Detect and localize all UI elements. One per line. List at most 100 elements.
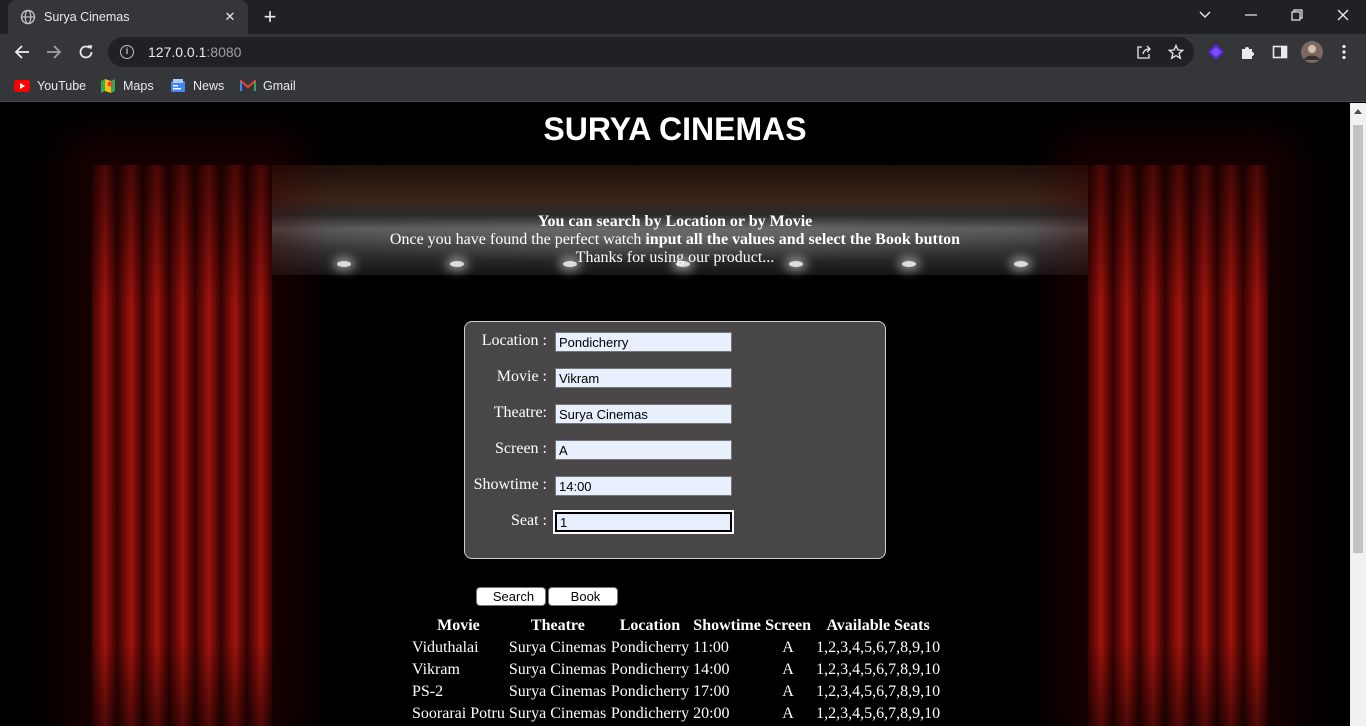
book-button[interactable]: Book [548,587,618,606]
column-header: Movie [437,617,480,634]
intro-line-1: You can search by Location or by Movie [537,213,813,230]
youtube-icon [14,78,30,94]
browser-titlebar: Surya Cinemas ✕ + [0,0,1366,34]
tab-close-icon[interactable]: ✕ [220,7,240,27]
share-icon[interactable] [1130,38,1158,66]
cell-movie: Vikram [412,661,460,678]
theatre-label: Theatre: [493,404,547,421]
page-viewport: SURYA CINEMAS You can search by Location… [0,103,1350,726]
screen-row: Screen : [465,440,885,462]
cell-screen: A [782,661,794,678]
intro-line-2a: Once you have found the perfect watch [389,231,646,248]
scroll-up-arrow-icon[interactable] [1354,109,1362,114]
column-header: Screen [765,617,812,634]
cell-screen: A [782,639,794,656]
column-header: Showtime [693,617,761,634]
table-row: Viduthalai Surya Cinemas Pondicherry 11:… [410,637,943,659]
showtimes-table: Movie Theatre Location Showtime Screen A… [410,615,943,725]
cell-location: Pondicherry [610,705,690,722]
tab-search-chevron-icon[interactable] [1182,0,1228,30]
address-bar[interactable]: i 127.0.0.1:8080 [108,37,1194,67]
search-button[interactable]: Search [476,587,546,606]
url-host: 127.0.0.1 [148,44,207,60]
table-row: PS-2 Surya Cinemas Pondicherry 17:00 A 1… [410,681,943,703]
cell-theatre: Surya Cinemas [508,661,607,678]
cell-showtime: 20:00 [693,705,730,722]
restore-button[interactable] [1274,0,1320,30]
booking-form: Location : Movie : Theatre: Screen : Sho… [464,321,886,559]
back-arrow-icon[interactable] [8,38,36,66]
cell-theatre: Surya Cinemas [508,705,607,722]
extensions-puzzle-icon[interactable] [1234,38,1262,66]
movie-label: Movie : [496,368,547,385]
new-tab-button[interactable]: + [258,6,282,28]
table-row: Vikram Surya Cinemas Pondicherry 14:00 A… [410,659,943,681]
table-row: Soorarai Potru Surya Cinemas Pondicherry… [410,703,943,725]
cell-seats: 1,2,3,4,5,6,7,8,9,10 [816,705,941,722]
cell-movie: Viduthalai [412,639,479,656]
cell-location: Pondicherry [610,683,690,700]
bookmark-youtube[interactable]: YouTube [14,76,86,96]
forward-arrow-icon[interactable] [40,38,68,66]
intro-line-3: Thanks for using our product... [575,249,775,266]
cell-screen: A [782,683,794,700]
cell-seats: 1,2,3,4,5,6,7,8,9,10 [816,661,941,678]
screen-input[interactable] [555,440,732,460]
table-header-row: Movie Theatre Location Showtime Screen A… [410,615,943,637]
cell-location: Pondicherry [610,639,690,656]
cell-theatre: Surya Cinemas [508,683,607,700]
seat-input[interactable] [553,510,734,534]
bookmark-news[interactable]: News [170,76,224,96]
bookmark-label: YouTube [37,79,87,93]
tab-title: Surya Cinemas [44,10,130,24]
extension-purple-icon[interactable] [1202,38,1230,66]
location-label: Location : [481,332,547,349]
reload-icon[interactable] [72,38,100,66]
news-icon [170,78,186,94]
gmail-icon [240,78,256,94]
seat-label: Seat : [511,512,547,529]
side-panel-icon[interactable] [1266,38,1294,66]
cell-showtime: 17:00 [693,683,730,700]
column-header: Available Seats [826,617,930,634]
intro-text: You can search by Location or by Movie O… [0,213,1350,267]
movie-input[interactable] [555,368,732,388]
bookmark-star-icon[interactable] [1162,38,1190,66]
profile-avatar[interactable] [1298,38,1326,66]
browser-toolbar: i 127.0.0.1:8080 [0,34,1366,70]
location-input[interactable] [555,332,732,352]
page-scrollbar[interactable] [1350,103,1366,726]
page-title: SURYA CINEMAS [543,111,807,147]
url-port: :8080 [206,44,242,60]
browser-tab[interactable]: Surya Cinemas ✕ [8,0,248,34]
site-info-icon[interactable]: i [120,45,134,59]
column-header: Theatre [530,617,585,634]
intro-line-2b: input all the values and select the Book… [645,231,961,248]
menu-kebab-icon[interactable] [1330,38,1358,66]
screen-label: Screen : [495,440,547,457]
seat-row: Seat : [465,510,885,534]
showtime-label: Showtime : [473,476,547,493]
bookmark-label: Maps [123,79,154,93]
cell-movie: Soorarai Potru [412,705,505,722]
maps-icon [100,78,116,94]
showtime-input[interactable] [555,476,732,496]
theatre-input[interactable] [555,404,732,424]
globe-icon [20,9,36,25]
bookmarks-bar: YouTube Maps News Gmail [0,70,1366,102]
cell-movie: PS-2 [412,683,444,700]
cell-screen: A [782,705,794,722]
scrollbar-thumb[interactable] [1353,125,1363,553]
cell-seats: 1,2,3,4,5,6,7,8,9,10 [816,683,941,700]
minimize-button[interactable] [1228,0,1274,30]
cell-theatre: Surya Cinemas [508,639,607,656]
bookmark-label: Gmail [263,79,296,93]
cell-showtime: 14:00 [693,661,730,678]
cell-showtime: 11:00 [693,639,729,656]
bookmark-maps[interactable]: Maps [100,76,154,96]
showtime-row: Showtime : [465,476,885,498]
close-window-button[interactable] [1320,0,1366,30]
column-header: Location [619,617,681,634]
bookmark-gmail[interactable]: Gmail [240,76,296,96]
location-row: Location : [465,332,885,354]
